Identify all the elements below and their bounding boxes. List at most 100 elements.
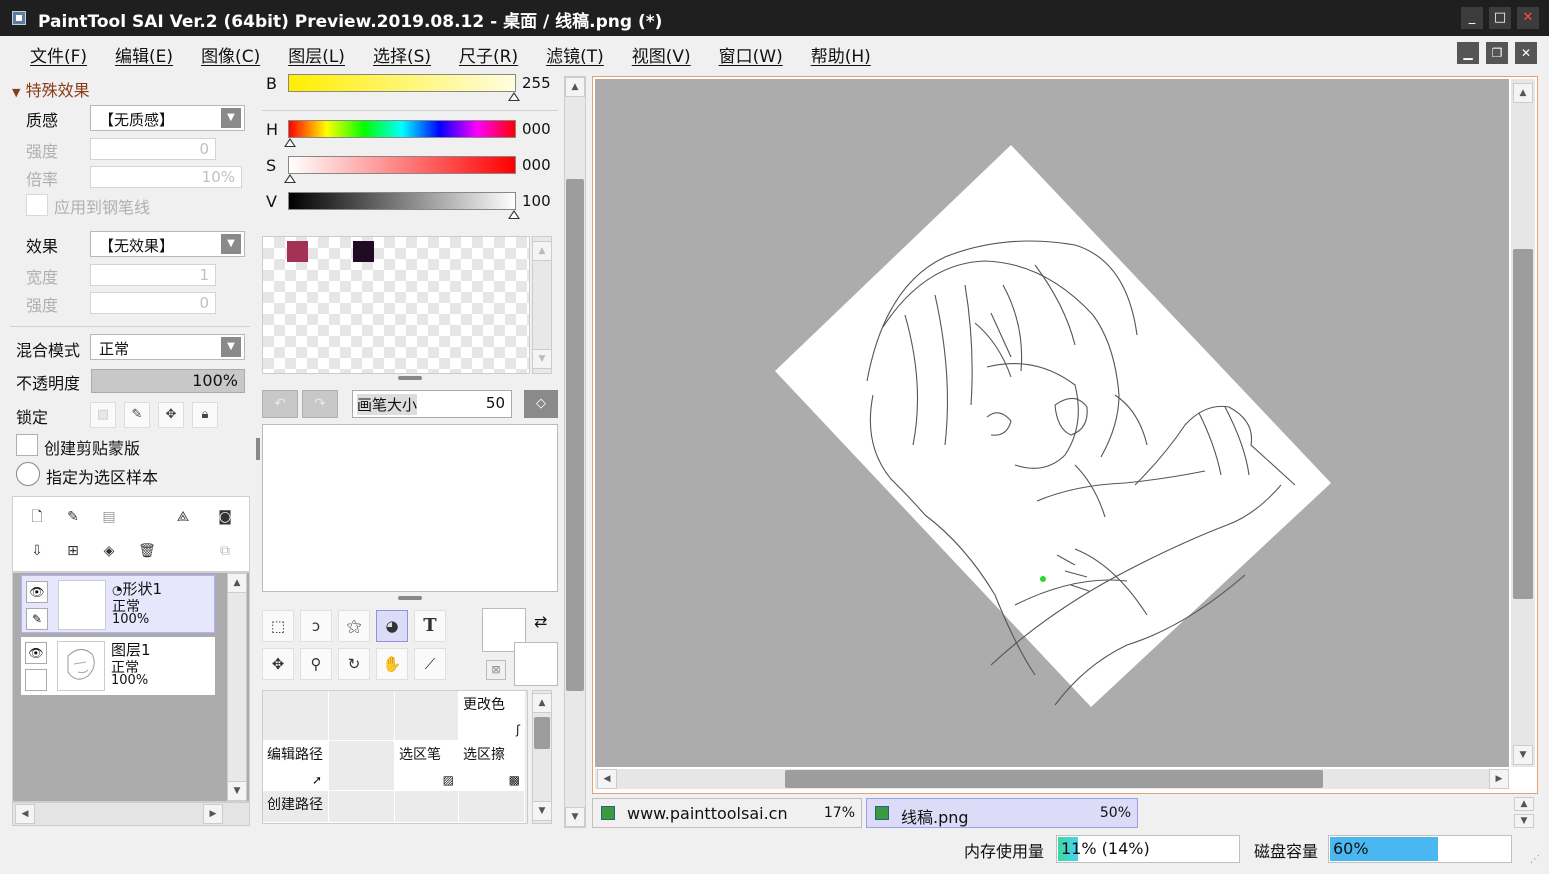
- tool-create-path[interactable]: 创建路径: [263, 791, 329, 823]
- menu-filter[interactable]: 滤镜(T): [546, 42, 604, 67]
- tool-change-color[interactable]: 更改色 ʃ: [459, 691, 525, 741]
- scroll-down-icon[interactable]: ▼: [227, 781, 247, 801]
- delete-layer-icon[interactable]: 🗑︎: [137, 541, 157, 561]
- scroll-thumb[interactable]: [534, 717, 550, 749]
- reset-colors-icon[interactable]: ⊠: [486, 660, 506, 680]
- scroll-thumb[interactable]: [566, 179, 584, 691]
- swatch-palette[interactable]: [262, 236, 530, 374]
- opacity-slider[interactable]: 100%: [91, 369, 245, 393]
- scroll-down-icon[interactable]: ▼: [532, 801, 552, 821]
- scale-field[interactable]: 10%: [90, 166, 242, 188]
- value-slider[interactable]: [288, 192, 516, 210]
- scroll-down-icon[interactable]: ▼: [1513, 745, 1533, 765]
- lock-transparency-button[interactable]: ▨: [90, 402, 116, 428]
- new-layer-icon[interactable]: 🗋︎: [27, 507, 47, 527]
- hue-slider[interactable]: [288, 120, 516, 138]
- swatch-2[interactable]: [353, 241, 374, 262]
- lock-paint-button[interactable]: ✎: [124, 402, 150, 428]
- apply-pen-checkbox[interactable]: [26, 194, 48, 216]
- strength-field[interactable]: 0: [90, 138, 216, 160]
- tab-sketch-png[interactable]: 线稿.png 50%: [866, 798, 1138, 828]
- shape-layer-icon[interactable]: ⟁: [173, 507, 193, 527]
- scroll-up-icon[interactable]: ▲: [227, 573, 247, 593]
- menu-file[interactable]: 文件(F): [30, 42, 87, 67]
- scroll-down-icon[interactable]: ▼: [532, 349, 552, 369]
- clear-layer-icon[interactable]: ◈: [99, 541, 119, 561]
- layer-lock-box[interactable]: [25, 669, 47, 691]
- blend-mode-select[interactable]: 正常 ▼: [90, 334, 245, 360]
- tool-slot-empty[interactable]: [395, 791, 459, 823]
- resize-grip-icon[interactable]: ⋰: [1530, 854, 1540, 865]
- layer-mask-icon[interactable]: ◙: [215, 507, 235, 527]
- hand-tool-icon[interactable]: ✋: [376, 648, 408, 680]
- scroll-up-icon[interactable]: ▲: [532, 693, 552, 713]
- resize-grip[interactable]: [398, 596, 422, 600]
- brush-size-field[interactable]: 画笔大小 50: [352, 390, 512, 418]
- slider-handle-icon[interactable]: [284, 174, 296, 183]
- background-color[interactable]: [514, 642, 558, 686]
- eye-icon[interactable]: 👁︎: [25, 642, 47, 664]
- tool-edit-path[interactable]: 编辑路径 ➚: [263, 741, 329, 791]
- menu-edit[interactable]: 编辑(E): [115, 42, 173, 67]
- width-field[interactable]: 1: [90, 264, 216, 286]
- menu-ruler[interactable]: 尺子(R): [459, 42, 518, 67]
- pen-icon[interactable]: ✎: [26, 608, 48, 630]
- merge-down-icon[interactable]: ⇩: [27, 541, 47, 561]
- strength2-field[interactable]: 0: [90, 292, 216, 314]
- layer-list-hscrollbar[interactable]: ◀ ▶: [12, 802, 250, 826]
- scroll-up-icon[interactable]: ▲: [1513, 83, 1533, 103]
- magic-wand-icon[interactable]: ⚝: [338, 610, 370, 642]
- clipping-mask-checkbox[interactable]: [16, 434, 38, 456]
- scroll-left-icon[interactable]: ◀: [15, 804, 35, 824]
- tool-slot-empty[interactable]: [263, 691, 329, 741]
- tool-select-pen[interactable]: 选区笔 ▨: [395, 741, 459, 791]
- eye-icon[interactable]: 👁︎: [26, 581, 48, 603]
- menu-image[interactable]: 图像(C): [201, 42, 260, 67]
- slider-handle-icon[interactable]: [508, 92, 520, 101]
- layer-item-shape1[interactable]: 👁︎ ✎ ◔形状1 正常 100%: [21, 575, 215, 633]
- menu-view[interactable]: 视图(V): [632, 42, 691, 67]
- texture-select[interactable]: 【无质感】 ▼: [90, 105, 245, 131]
- tab-scroll-down-icon[interactable]: ▼: [1514, 814, 1534, 828]
- scroll-up-icon[interactable]: ▲: [532, 241, 552, 261]
- zoom-tool-icon[interactable]: ⚲: [300, 648, 332, 680]
- rect-select-icon[interactable]: ⬚: [262, 610, 294, 642]
- new-folder-icon[interactable]: ▤: [99, 507, 119, 527]
- move-tool-icon[interactable]: ✥: [262, 648, 294, 680]
- maximize-button[interactable]: □: [1489, 7, 1511, 29]
- effect-select[interactable]: 【无效果】 ▼: [90, 231, 245, 257]
- lasso-icon[interactable]: ↄ: [300, 610, 332, 642]
- undo-button[interactable]: ↶: [262, 390, 298, 418]
- artwork-canvas[interactable]: [775, 145, 1331, 707]
- scroll-down-icon[interactable]: ▼: [565, 807, 585, 827]
- b-slider[interactable]: [288, 74, 516, 92]
- swap-colors-icon[interactable]: ⇄: [534, 612, 547, 631]
- doc-restore-button[interactable]: ❐: [1486, 42, 1508, 64]
- middle-panel-scrollbar[interactable]: ▲ ▼: [564, 76, 586, 828]
- tool-slot-empty[interactable]: [329, 791, 395, 823]
- tab-scroll-up-icon[interactable]: ▲: [1514, 797, 1534, 811]
- menu-help[interactable]: 帮助(H): [811, 42, 871, 67]
- canvas-area[interactable]: [595, 79, 1509, 767]
- rotate-tool-icon[interactable]: ↻: [338, 648, 370, 680]
- layer-item-layer1[interactable]: 👁︎ 图层1 正常 100%: [21, 637, 215, 695]
- effects-section-header[interactable]: ▼ 特殊效果: [12, 77, 90, 101]
- tool-select-eraser[interactable]: 选区擦 ▩: [459, 741, 525, 791]
- lock-move-button[interactable]: ✥: [158, 402, 184, 428]
- menu-layer[interactable]: 图层(L): [288, 42, 345, 67]
- swatch-scrollbar[interactable]: ▲ ▼: [532, 236, 552, 374]
- scroll-left-icon[interactable]: ◀: [597, 769, 617, 789]
- resize-grip[interactable]: [398, 376, 422, 380]
- doc-close-button[interactable]: ✕: [1515, 42, 1537, 64]
- slider-handle-icon[interactable]: [284, 138, 296, 147]
- tool-slot-empty[interactable]: [329, 691, 395, 741]
- close-button[interactable]: ✕: [1517, 7, 1539, 29]
- lock-all-button[interactable]: 🔒︎: [192, 402, 218, 428]
- apply-mask-icon[interactable]: ⧉: [215, 541, 235, 561]
- shape-tool-icon[interactable]: ◕: [376, 610, 408, 642]
- tool-slot-empty[interactable]: [459, 791, 525, 823]
- menu-window[interactable]: 窗口(W): [719, 42, 783, 67]
- scroll-right-icon[interactable]: ▶: [203, 804, 223, 824]
- canvas-hscrollbar[interactable]: ◀ ▶: [595, 769, 1509, 789]
- scroll-right-icon[interactable]: ▶: [1489, 769, 1509, 789]
